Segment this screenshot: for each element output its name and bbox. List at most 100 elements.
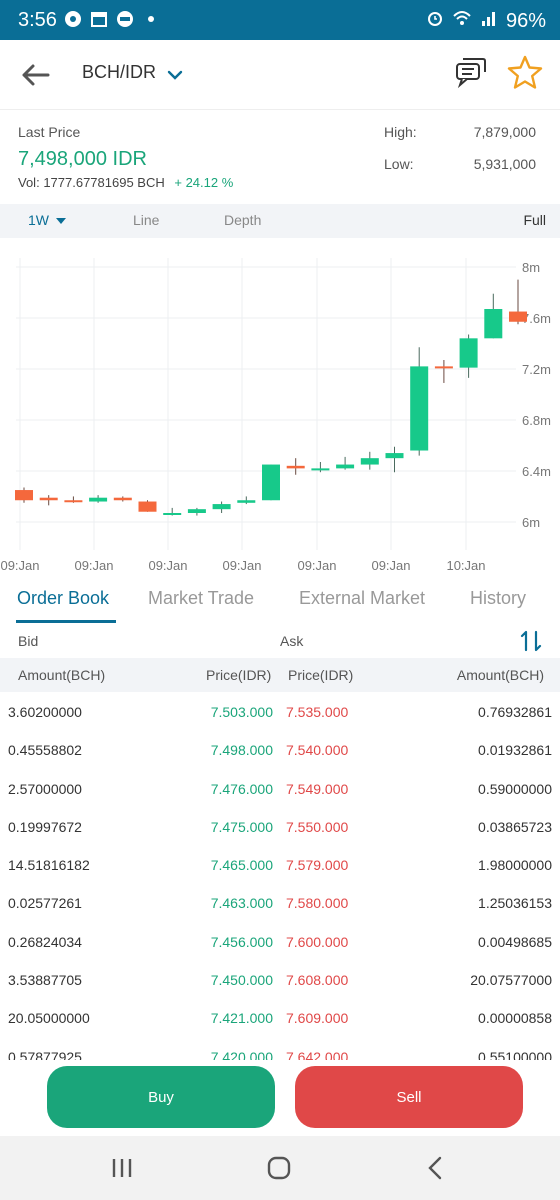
chart-svg: 8m7.6m7.2m6.8m6.4m6m09:Jan 09:Jan 09:Jan 09… [0, 258, 551, 573]
x-tick-label: 09:Jan [222, 558, 261, 573]
orderbook-header: Amount(BCH) Price(IDR) Price(IDR) Amount… [0, 658, 560, 692]
timeframe-selector[interactable]: 1W [28, 212, 49, 228]
high-value: 7,879,000 [473, 124, 536, 140]
ask-price: 7.609.000 [286, 1010, 349, 1027]
candle-body [163, 513, 182, 515]
home-icon[interactable] [265, 1154, 293, 1182]
candle-body [187, 509, 206, 513]
buy-button[interactable]: Buy [47, 1066, 275, 1128]
bid-price: 7.465.000 [210, 857, 273, 874]
back-icon[interactable] [422, 1154, 450, 1182]
orderbook-row[interactable]: 14.51816182 7.465.000 7.579.000 1.98000000 [0, 845, 560, 883]
orderbook-row[interactable]: 3.60200000 7.503.000 7.535.000 0.76932861 [0, 692, 560, 730]
volume-value: 1777.67781695 BCH [43, 175, 165, 190]
line-chart-toggle[interactable]: Line [133, 212, 159, 228]
orderbook-row[interactable]: 0.57877925 7.420.000 7.642.000 0.55100000 [0, 1037, 560, 1060]
ask-amount: 0.76932861 [478, 704, 552, 720]
x-tick-label: 09:Jan [371, 558, 410, 573]
candle-body [262, 464, 280, 501]
price-summary: Last Price 7,498,000 IDR Vol: 1777.67781… [0, 112, 560, 204]
wifi-icon [452, 9, 472, 33]
candle-body [89, 497, 108, 502]
candle-body [459, 338, 478, 368]
ask-price: 7.580.000 [286, 895, 349, 912]
tab-external-market[interactable]: External Market [299, 588, 425, 609]
bid-amount: 0.02577261 [8, 895, 82, 912]
ask-price: 7.642.000 [286, 1048, 349, 1060]
orderbook-row[interactable]: 20.05000000 7.421.000 7.609.000 0.00000858 [0, 998, 560, 1036]
recent-apps-icon[interactable] [108, 1154, 136, 1182]
bid-price: 7.503.000 [210, 704, 273, 720]
ask-amount: 20.07577000 [470, 972, 552, 989]
candle-body [237, 500, 256, 503]
y-tick-label: 6.4m [522, 464, 551, 479]
candle-body [336, 464, 355, 469]
ask-amount: 0.59000000 [478, 780, 552, 797]
price-bid-header: Price(IDR) [206, 667, 272, 683]
bid-amount: 0.26824034 [8, 933, 82, 950]
orderbook-row[interactable]: 0.26824034 7.456.000 7.600.000 0.00498685 [0, 922, 560, 960]
bid-price: 7.498.000 [210, 742, 273, 759]
candlestick-chart[interactable]: 8m 7.6m 7.2m 6.8m 6.4m 6m 09:Jan 09:Jan 09:Jan 09… [0, 238, 560, 578]
action-bar: Buy Sell [0, 1060, 560, 1136]
bid-price: 7.450.000 [210, 972, 273, 989]
candle-body [39, 497, 58, 501]
x-tick-label: 09:Jan [0, 558, 39, 573]
active-tab-indicator [16, 620, 116, 623]
tab-bar: Order Book Market Trade External Market … [0, 580, 560, 624]
orderbook-list[interactable]: 3.60200000 7.503.000 7.535.000 0.76932861 0… [0, 692, 560, 1060]
swap-arrows-icon[interactable] [518, 628, 544, 654]
candle-body [113, 497, 132, 501]
orderbook-row[interactable]: 0.19997672 7.475.000 7.550.000 0.03865723 [0, 807, 560, 845]
ask-price: 7.579.000 [286, 857, 349, 874]
sell-button[interactable]: Sell [295, 1066, 523, 1128]
chat-icon[interactable] [454, 56, 488, 90]
candle-body [360, 458, 379, 465]
high-label: High: [384, 124, 417, 140]
fullscreen-toggle[interactable]: Full [523, 212, 546, 228]
favorite-star-icon[interactable] [506, 54, 544, 92]
ask-amount: 0.00000858 [478, 1010, 552, 1027]
candle-body [286, 465, 305, 469]
system-nav-bar [0, 1136, 560, 1200]
chart-toolbar: 1W Line Depth Full [0, 204, 560, 238]
orderbook-row[interactable]: 3.53887705 7.450.000 7.608.000 20.07577000 [0, 960, 560, 998]
caret-down-icon[interactable] [54, 214, 68, 228]
candle-body [434, 366, 453, 369]
back-arrow-icon[interactable] [18, 58, 52, 92]
orderbook-row[interactable]: 0.45558802 7.498.000 7.540.000 0.01932861 [0, 730, 560, 768]
bid-amount: 0.57877925 [8, 1048, 82, 1060]
bid-amount: 3.53887705 [8, 972, 82, 989]
ask-price: 7.600.000 [286, 933, 349, 950]
depth-chart-toggle[interactable]: Depth [224, 212, 261, 228]
ask-amount: 0.00498685 [478, 933, 552, 950]
last-price-label: Last Price [18, 124, 81, 140]
chevron-down-icon[interactable] [166, 66, 184, 84]
low-value: 5,931,000 [473, 156, 536, 172]
candle-body [410, 366, 429, 451]
calendar-icon [90, 10, 108, 28]
header: BCH/IDR [0, 40, 560, 110]
soccer-ball-icon [64, 10, 82, 28]
y-tick-label: 6.8m [522, 413, 551, 428]
tab-market-trade[interactable]: Market Trade [148, 588, 254, 609]
tab-history[interactable]: History [470, 588, 526, 609]
low-label: Low: [384, 156, 414, 172]
orderbook-row[interactable]: 0.02577261 7.463.000 7.580.000 1.25036153 [0, 883, 560, 921]
bid-ask-header: Bid Ask [0, 624, 560, 658]
ask-price: 7.549.000 [286, 780, 349, 797]
status-time: 3:56 [18, 9, 57, 31]
line-app-icon [116, 10, 134, 28]
bid-amount: 0.19997672 [8, 818, 82, 835]
last-price-value: 7,498,000 IDR [18, 148, 147, 170]
x-tick-label: 09:Jan [297, 558, 336, 573]
volume-label: Vol: [18, 175, 40, 190]
ask-price: 7.550.000 [286, 818, 349, 835]
orderbook-row[interactable]: 2.57000000 7.476.000 7.549.000 0.59000000 [0, 769, 560, 807]
y-tick-label: 6m [522, 515, 540, 530]
pair-selector[interactable]: BCH/IDR [82, 62, 156, 83]
ask-amount: 0.01932861 [478, 742, 552, 759]
tab-order-book[interactable]: Order Book [17, 588, 109, 609]
status-bar: 3:56 96% [0, 0, 560, 40]
bid-price: 7.476.000 [210, 780, 273, 797]
